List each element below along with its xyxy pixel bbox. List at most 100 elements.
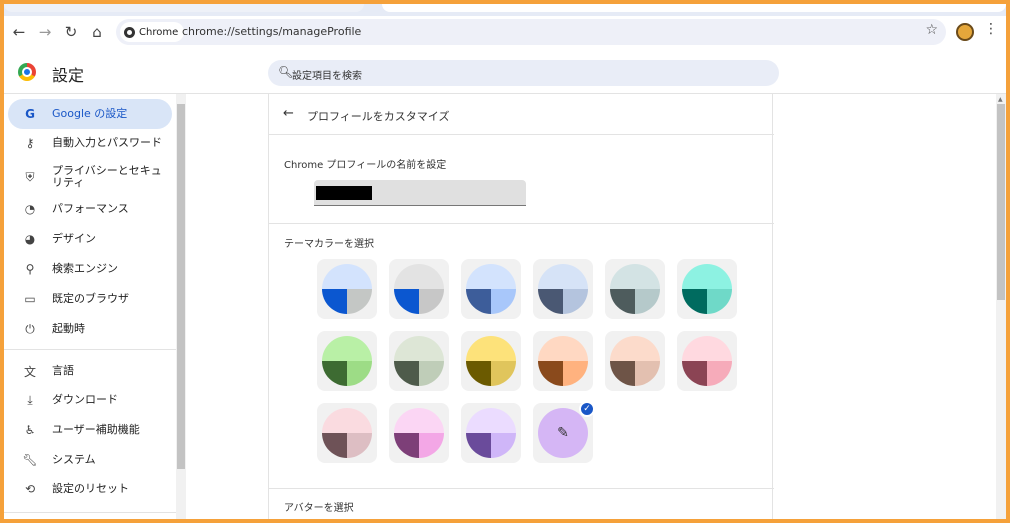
- profile-name-label: Chrome プロフィールの名前を設定: [284, 160, 447, 171]
- scrollbar-thumb[interactable]: [997, 104, 1005, 300]
- color-segment: [707, 289, 732, 314]
- palette-icon: ◕: [24, 232, 36, 246]
- address-bar[interactable]: Chrome chrome://settings/manageProfile ☆: [116, 19, 946, 45]
- color-segment: [322, 408, 372, 433]
- color-segment: [491, 433, 516, 458]
- color-segment: [610, 264, 660, 289]
- pen-icon: ✎: [557, 425, 569, 441]
- theme-color-swatch[interactable]: [677, 259, 737, 319]
- sidebar-item-label: 設定のリセット: [52, 482, 129, 495]
- color-preview: [394, 408, 444, 458]
- color-segment: [682, 264, 732, 289]
- sidebar-item-7[interactable]: ⏻ 起動時: [8, 314, 172, 344]
- sidebar-divider: [4, 349, 176, 350]
- theme-color-swatch[interactable]: [533, 259, 593, 319]
- sidebar-item-label: Google の設定: [52, 107, 128, 120]
- sidebar-item-12[interactable]: ⟲ 設定のリセット: [8, 474, 172, 504]
- theme-color-swatch[interactable]: [317, 403, 377, 463]
- sidebar-item-label: デザイン: [52, 232, 96, 245]
- color-segment: [466, 289, 491, 314]
- sidebar-item-10[interactable]: ♿ ユーザー補助機能: [8, 415, 172, 445]
- color-segment: [466, 264, 516, 289]
- chrome-logo-icon: [18, 63, 36, 81]
- main-scrollbar[interactable]: ▲: [996, 94, 1006, 519]
- theme-color-swatch[interactable]: [389, 403, 449, 463]
- color-segment: [347, 433, 372, 458]
- color-preview: [322, 264, 372, 314]
- sidebar-item-3[interactable]: ◔ パフォーマンス: [8, 194, 172, 224]
- color-segment: [394, 361, 419, 386]
- theme-color-swatch[interactable]: [317, 259, 377, 319]
- theme-color-swatch[interactable]: [605, 259, 665, 319]
- sidebar-item-11[interactable]: 🔧︎ システム: [8, 445, 172, 475]
- scroll-up-icon[interactable]: ▲: [998, 96, 1003, 103]
- profile-avatar[interactable]: [956, 23, 974, 41]
- bookmark-star-icon[interactable]: ☆: [925, 22, 938, 38]
- sidebar-item-6[interactable]: ▭ 既定のブラウザ: [8, 284, 172, 314]
- scrollbar-thumb[interactable]: [177, 104, 185, 469]
- color-preview: [682, 336, 732, 386]
- sidebar-item-9[interactable]: ⤓ ダウンロード: [8, 385, 172, 415]
- sidebar-item-label: ユーザー補助機能: [52, 423, 140, 436]
- site-chip-label: Chrome: [139, 26, 179, 38]
- color-preview: [322, 336, 372, 386]
- tab[interactable]: [4, 4, 364, 12]
- power-icon: ⏻: [25, 321, 35, 336]
- sidebar-item-4[interactable]: ◕ デザイン: [8, 224, 172, 254]
- color-preview: [610, 264, 660, 314]
- color-preview: [610, 336, 660, 386]
- color-segment: [682, 361, 707, 386]
- sidebar-item-8[interactable]: 文 言語: [8, 356, 172, 386]
- menu-kebab-icon[interactable]: ⋮: [984, 21, 998, 37]
- theme-color-swatch[interactable]: [389, 259, 449, 319]
- theme-color-swatch[interactable]: [461, 331, 521, 391]
- theme-color-label: テーマカラーを選択: [284, 239, 374, 250]
- forward-icon[interactable]: →: [34, 21, 56, 43]
- browser-toolbar: ← → ↻ ⌂ Chrome chrome://settings/manageP…: [4, 16, 1006, 48]
- theme-color-swatch[interactable]: [317, 331, 377, 391]
- back-arrow-icon[interactable]: ←: [283, 106, 294, 121]
- color-segment: [322, 264, 372, 289]
- selected-check-icon: ✓: [579, 401, 595, 417]
- sidebar-item-5[interactable]: ⚲ 検索エンジン: [8, 254, 172, 284]
- site-info-chip[interactable]: Chrome: [120, 22, 185, 42]
- active-tab[interactable]: [382, 4, 1006, 12]
- download-icon: ⤓: [27, 392, 33, 407]
- sidebar-item-0[interactable]: G Google の設定: [8, 99, 172, 129]
- theme-color-swatch[interactable]: [605, 331, 665, 391]
- color-segment: [466, 408, 516, 433]
- reload-icon[interactable]: ↻: [60, 21, 82, 43]
- profile-name-input[interactable]: [314, 180, 526, 206]
- theme-color-swatch[interactable]: [533, 331, 593, 391]
- home-icon[interactable]: ⌂: [86, 21, 108, 43]
- url-text[interactable]: chrome://settings/manageProfile: [182, 25, 361, 38]
- sidebar-item-label: 言語: [52, 364, 74, 377]
- reset-icon: ⟲: [24, 482, 36, 496]
- divider: [269, 223, 774, 224]
- color-segment: [538, 289, 563, 314]
- color-segment: [466, 361, 491, 386]
- sidebar-item-label: プライバシーとセキュリティ: [52, 164, 162, 189]
- sidebar-item-label: パフォーマンス: [52, 202, 129, 215]
- divider: [269, 488, 774, 489]
- theme-color-swatch[interactable]: [461, 259, 521, 319]
- color-segment: [563, 289, 588, 314]
- settings-search-input[interactable]: 🔍︎ 設定項目を検索: [268, 60, 779, 86]
- color-segment: [394, 433, 419, 458]
- theme-color-swatch[interactable]: [461, 403, 521, 463]
- search-icon: 🔍︎: [278, 65, 294, 79]
- color-preview: [538, 264, 588, 314]
- sidebar-item-1[interactable]: ⚷ 自動入力とパスワード: [8, 128, 172, 158]
- tab-strip: [4, 4, 1006, 16]
- color-segment: [538, 361, 563, 386]
- browser-window-icon: ▭: [24, 292, 36, 306]
- back-icon[interactable]: ←: [8, 21, 30, 43]
- sidebar-scrollbar[interactable]: [176, 94, 186, 519]
- custom-color-swatch[interactable]: ✎ ✓: [533, 401, 595, 463]
- sidebar: G Google の設定 ⚷ 自動入力とパスワード ⛨ プライバシーとセキュリティ ◔ パフォ…: [4, 94, 176, 519]
- theme-color-swatch[interactable]: [389, 331, 449, 391]
- color-segment: [491, 361, 516, 386]
- color-preview: [682, 264, 732, 314]
- theme-color-swatch[interactable]: [677, 331, 737, 391]
- sidebar-item-2[interactable]: ⛨ プライバシーとセキュリティ: [8, 160, 172, 194]
